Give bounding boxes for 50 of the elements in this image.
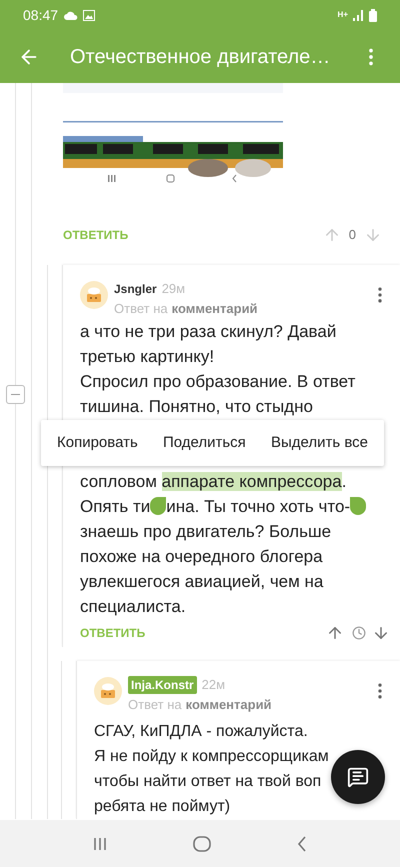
menu-item[interactable]: Поделиться [162,432,246,454]
comment-text: тишина. Понятно, что стыдно [80,397,313,416]
reply-to-link[interactable]: комментарий [172,299,258,319]
reply-button[interactable]: ОТВЕТИТЬ [80,624,146,642]
message-icon [347,766,369,788]
comment-text: третью картинку! [80,347,214,366]
reply-to-label: Ответ на [114,300,168,318]
reply-to-label: Ответ на [128,696,182,714]
clock-icon [352,626,366,640]
author-name[interactable]: Inja.Konstr [128,676,197,694]
reply-to-link[interactable]: комментарий [186,695,272,715]
image-icon [83,10,96,20]
menu-item[interactable]: Копировать [57,432,138,454]
home-icon[interactable] [193,836,211,852]
collapse-button[interactable] [6,385,25,404]
downvote-icon[interactable] [372,624,390,642]
page-title: Отечественное двигателе… [70,44,332,70]
selected-text: аппарате компрессора [162,472,342,491]
comment-text: . [342,472,346,491]
comment-text: увлекшегося авиацией, чем на [80,572,324,591]
network-type: H+ [338,11,348,19]
comment-text: похоже на очередного блогера [80,547,323,566]
reply-button[interactable]: ОТВЕТИТЬ [63,226,128,244]
comment-time: 22м [202,676,226,694]
selection-handle-icon[interactable] [150,497,166,515]
comment-text: сопловом [80,472,158,491]
vote-score: 0 [348,226,356,244]
selection-handle-icon[interactable] [350,497,366,515]
comment-text: Спросил про образование. В ответ [80,372,356,391]
comment-text: а что не три раза скинул? Давай [80,322,336,341]
comment-text: Опять ти [80,497,150,516]
comment-text: специалиста. [80,597,186,616]
back-icon[interactable] [297,836,307,852]
menu-item[interactable]: Выделить все [270,432,368,454]
upvote-icon[interactable] [326,624,344,642]
comment-text: чтобы найти ответ на твой воп [94,773,322,790]
comment-time: 29м [162,280,186,298]
author-name[interactable]: Jsngler [114,280,157,298]
signal-icon [352,10,364,20]
avatar-icon [94,677,122,705]
comment-text: ина. Ты точно хоть что- [166,497,350,516]
comment-text: знаешь про двигатель? Больше [80,522,332,541]
comment-text: Я не пойду к компрессорщикам [94,748,329,765]
avatar-icon [80,281,108,309]
battery-icon [369,8,377,22]
comment-text: СГАУ, КиПДЛА - пожалуйста. [94,723,308,740]
status-time: 08:47 [23,6,58,24]
cloud-icon [64,10,78,20]
recent-apps-icon[interactable] [93,836,107,850]
comment-text: ребята не поймут) [94,798,230,815]
